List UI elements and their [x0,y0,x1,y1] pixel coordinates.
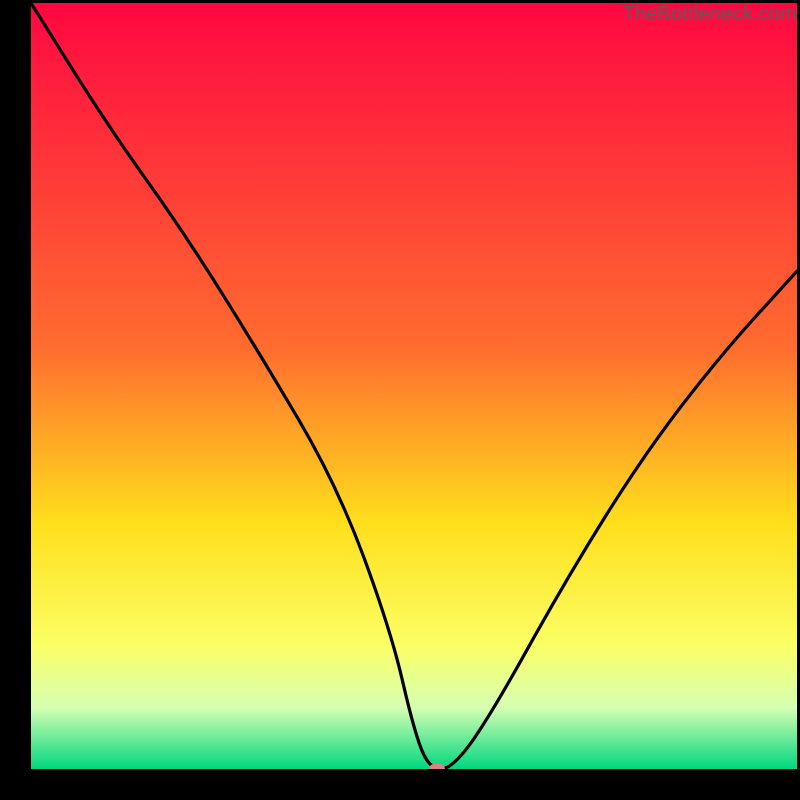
optimal-marker [429,764,445,769]
gradient-bg [31,3,797,769]
chart-svg [31,3,797,769]
watermark-text: TheBottleneck.com [622,3,797,26]
chart-area [31,3,797,769]
